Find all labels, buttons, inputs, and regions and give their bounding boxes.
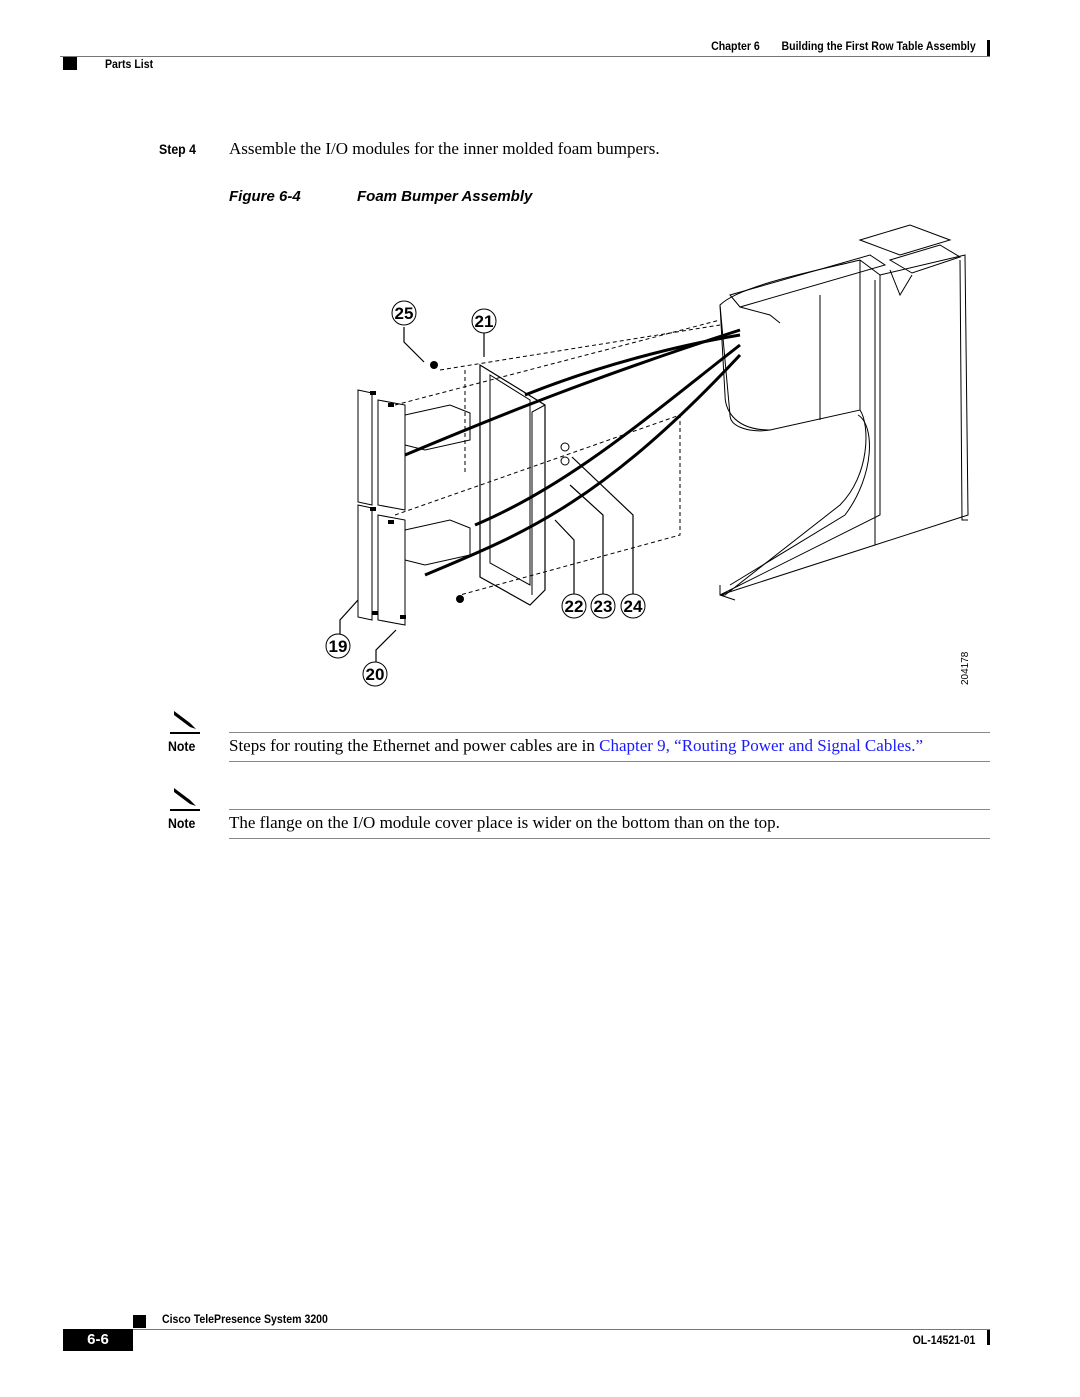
footer-product: Cisco TelePresence System 3200 — [162, 1312, 328, 1326]
footer-rule — [132, 1329, 990, 1330]
note-text-body: Steps for routing the Ethernet and power… — [229, 736, 600, 755]
step-text: Assemble the I/O modules for the inner m… — [229, 139, 660, 158]
header-bar — [987, 40, 990, 56]
step-label: Step 4 — [159, 141, 196, 157]
section-marker — [63, 57, 77, 70]
note-label: Note — [168, 738, 196, 754]
doc-id: OL-14521-01 — [912, 1333, 975, 1347]
callout-23: 23 — [594, 597, 613, 616]
chapter-number: Chapter 6 — [711, 39, 761, 53]
footer-bar — [987, 1330, 990, 1345]
footer-marker — [133, 1315, 146, 1328]
callout-19: 19 — [329, 637, 348, 656]
note-text: Steps for routing the Ethernet and power… — [229, 736, 923, 756]
art-id: 204178 — [960, 651, 971, 685]
callout-22: 22 — [565, 597, 584, 616]
section-title: Parts List — [105, 57, 154, 71]
pencil-note-icon — [170, 711, 200, 734]
figure-number: Figure 6-4 — [229, 188, 301, 205]
callout-24: 24 — [624, 597, 643, 616]
callout-20: 20 — [366, 665, 385, 684]
note-rule-top — [229, 809, 990, 810]
callout-25: 25 — [395, 304, 414, 323]
note-text: The flange on the I/O module cover place… — [229, 813, 780, 832]
header-rule — [60, 56, 990, 57]
note-rule-top — [229, 732, 990, 733]
note-rule-bottom — [229, 761, 990, 762]
pencil-note-icon — [170, 788, 200, 811]
page-number: 6-6 — [63, 1329, 133, 1351]
header-chapter: Chapter 6 Building the First Row Table A… — [711, 39, 976, 53]
chapter-9-link[interactable]: Chapter 9, “Routing Power and Signal Cab… — [599, 736, 923, 755]
note-rule-bottom — [229, 838, 990, 839]
figure-title: Foam Bumper Assembly — [357, 188, 533, 205]
callout-21: 21 — [475, 312, 494, 331]
chapter-title: Building the First Row Table Assembly — [781, 39, 976, 53]
foam-bumper-assembly-illustration: 25 21 22 23 24 19 20 204178 — [325, 224, 971, 687]
note-label: Note — [168, 815, 196, 831]
